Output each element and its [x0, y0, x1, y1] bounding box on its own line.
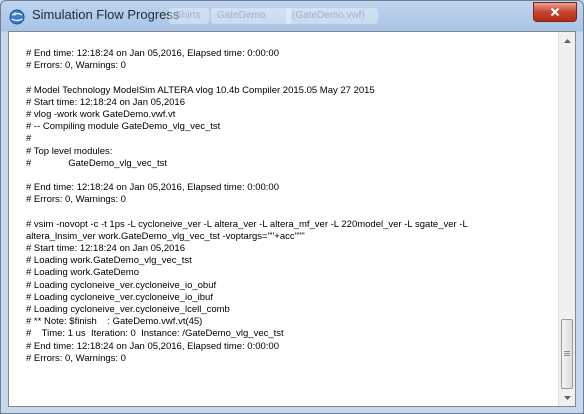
close-icon [550, 7, 560, 17]
log-line: # Loading cycloneive_ver.cycloneive_io_i… [26, 291, 213, 303]
background-tab: (GateDemo.vwf) [286, 8, 378, 24]
title-bar[interactable]: Simulation Flow Progress Shirts GateDemo… [1, 1, 583, 31]
log-line: # Loading work.GateDemo_vlg_vec_tst [26, 255, 192, 267]
log-line: # Time: 1 us Iteration: 0 Instance: /Gat… [26, 328, 284, 340]
scrollbar-thumb[interactable] [561, 319, 573, 389]
log-line: # Errors: 0, Warnings: 0 [26, 352, 126, 364]
scroll-down-arrow-icon [563, 395, 571, 400]
log-line: # Errors: 0, Warnings: 0 [26, 60, 126, 72]
log-line: # End time: 12:18:24 on Jan 05,2016, Ela… [26, 182, 279, 194]
simulation-globe-icon [9, 9, 25, 25]
log-line: # Start time: 12:18:24 on Jan 05,2016 [26, 96, 185, 108]
scroll-up-arrow-icon [563, 38, 571, 43]
log-line: # ** Note: $finish : GateDemo.vwf.vt(45) [26, 316, 203, 328]
vertical-scrollbar[interactable] [558, 32, 575, 406]
log-line: # Errors: 0, Warnings: 0 [26, 194, 126, 206]
log-line: # vlog -work work GateDemo.vwf.vt [26, 108, 176, 120]
log-line: # -- Compiling module GateDemo_vlg_vec_t… [26, 121, 221, 133]
log-line: # Loading cycloneive_ver.cycloneive_lcel… [26, 303, 230, 315]
log-panel: # End time: 12:18:24 on Jan 05,2016, Ela… [8, 31, 576, 407]
log-line: # Top level modules: [26, 145, 113, 157]
log-line: # Loading work.GateDemo [26, 267, 140, 279]
scroll-up-button[interactable] [559, 32, 575, 49]
background-tab: GateDemo [211, 8, 291, 24]
log-line: # Model Technology ModelSim ALTERA vlog … [26, 84, 375, 96]
log-text-area[interactable]: # End time: 12:18:24 on Jan 05,2016, Ela… [9, 32, 555, 406]
log-line: # End time: 12:18:24 on Jan 05,2016, Ela… [26, 48, 279, 59]
background-tab: Shirts [169, 8, 209, 24]
log-line: # vsim -novopt -c -t 1ps -L cycloneive_v… [26, 218, 468, 230]
simulation-flow-progress-window: Simulation Flow Progress Shirts GateDemo… [0, 0, 584, 414]
grip-icon [564, 351, 570, 357]
log-line: # Start time: 12:18:24 on Jan 05,2016 [26, 243, 185, 254]
log-line: altera_lnsim_ver work.GateDemo_vlg_vec_t… [26, 230, 305, 242]
log-line: # End time: 12:18:24 on Jan 05,2016, Ela… [26, 340, 279, 352]
log-line: # GateDemo_vlg_vec_tst [26, 157, 167, 169]
close-button[interactable] [533, 2, 577, 22]
scroll-down-button[interactable] [559, 389, 575, 406]
log-line: # [26, 133, 32, 145]
log-line: # Loading cycloneive_ver.cycloneive_io_o… [26, 279, 217, 291]
window-title: Simulation Flow Progress [32, 7, 180, 22]
